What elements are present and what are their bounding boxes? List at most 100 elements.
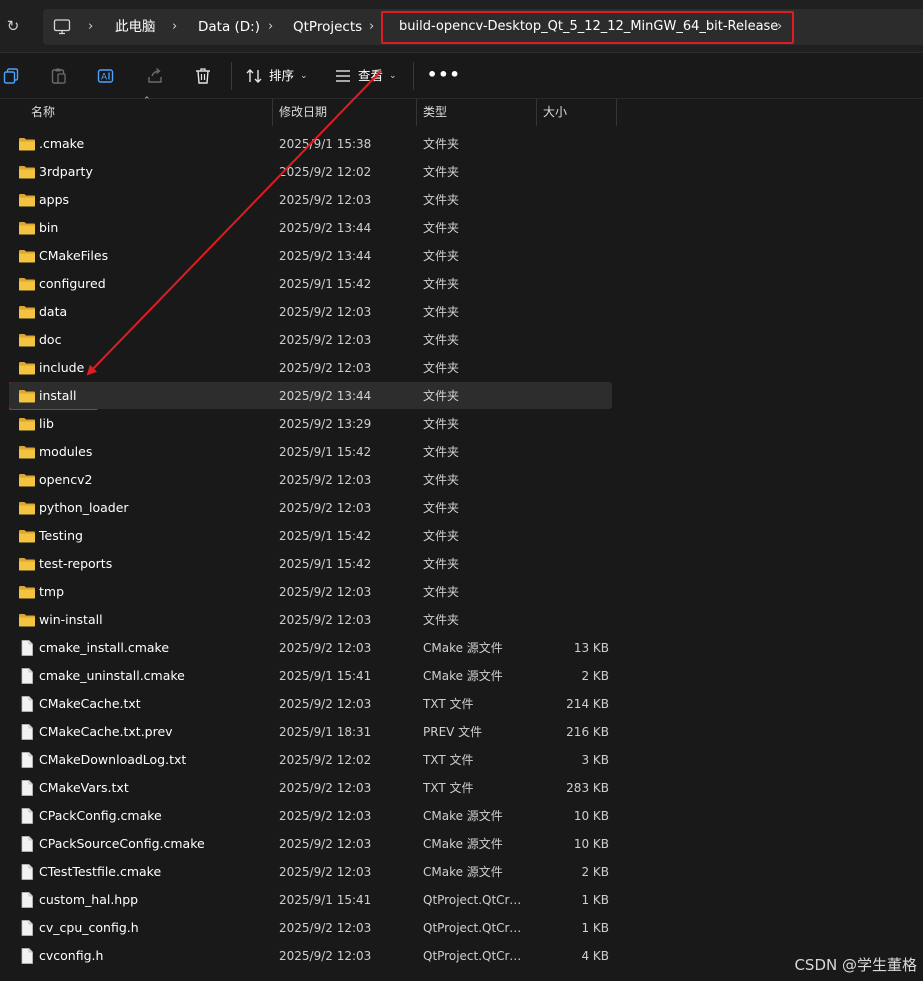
view-button-label[interactable]: 查看 xyxy=(358,67,383,85)
file-name[interactable]: CTestTestfile.cmake xyxy=(39,858,161,886)
file-name[interactable]: cv_cpu_config.h xyxy=(39,914,139,942)
file-name[interactable]: CMakeVars.txt xyxy=(39,774,129,802)
file-row[interactable]: python_loader 2025/9/2 12:03 文件夹 xyxy=(0,494,923,522)
column-divider[interactable] xyxy=(272,99,273,126)
file-row[interactable]: opencv2 2025/9/2 12:03 文件夹 xyxy=(0,466,923,494)
column-header-size[interactable]: 大小 xyxy=(543,99,567,126)
sort-icon[interactable] xyxy=(244,66,264,86)
file-name[interactable]: doc xyxy=(39,326,61,354)
file-name[interactable]: win-install xyxy=(39,606,103,634)
file-name[interactable]: tmp xyxy=(39,578,64,606)
file-row[interactable]: custom_hal.hpp 2025/9/1 15:41 QtProject.Qt… xyxy=(0,886,923,914)
file-name[interactable]: cmake_uninstall.cmake xyxy=(39,662,185,690)
chevron-right-icon[interactable]: › xyxy=(268,9,273,45)
file-date: 2025/9/2 12:02 xyxy=(279,753,372,767)
file-row[interactable]: test-reports 2025/9/1 15:42 文件夹 xyxy=(0,550,923,578)
copy-icon[interactable] xyxy=(2,66,22,86)
file-row[interactable]: modules 2025/9/1 15:42 文件夹 xyxy=(0,438,923,466)
file-name[interactable]: CMakeCache.txt.prev xyxy=(39,718,173,746)
view-icon[interactable] xyxy=(333,66,353,86)
file-row[interactable]: data 2025/9/2 12:03 文件夹 xyxy=(0,298,923,326)
chevron-right-icon[interactable]: › xyxy=(88,9,93,45)
file-name[interactable]: Testing xyxy=(39,522,83,550)
file-type: 文件夹 xyxy=(423,389,460,403)
file-row[interactable]: lib 2025/9/2 13:29 文件夹 xyxy=(0,410,923,438)
file-row[interactable]: tmp 2025/9/2 12:03 文件夹 xyxy=(0,578,923,606)
rename-icon[interactable]: A xyxy=(96,66,116,86)
file-row[interactable]: bin 2025/9/2 13:44 文件夹 xyxy=(0,214,923,242)
chevron-down-icon[interactable]: ⌄ xyxy=(300,67,308,85)
column-divider[interactable] xyxy=(416,99,417,126)
file-row[interactable]: cv_cpu_config.h 2025/9/2 12:03 QtProject.Q… xyxy=(0,914,923,942)
breadcrumb-this-pc[interactable]: 此电脑 xyxy=(115,9,156,45)
file-name[interactable]: include xyxy=(39,354,84,382)
file-row[interactable]: cmake_uninstall.cmake 2025/9/1 15:41 CMake… xyxy=(0,662,923,690)
file-date: 2025/9/1 15:42 xyxy=(279,557,372,571)
chevron-right-icon[interactable]: › xyxy=(172,9,177,45)
file-name[interactable]: CPackConfig.cmake xyxy=(39,802,162,830)
file-row[interactable]: win-install 2025/9/2 12:03 文件夹 xyxy=(0,606,923,634)
this-pc-icon[interactable] xyxy=(53,18,71,36)
file-row[interactable]: CPackConfig.cmake 2025/9/2 12:03 CMake 源文件… xyxy=(0,802,923,830)
file-name[interactable]: CMakeCache.txt xyxy=(39,690,141,718)
file-row[interactable]: CMakeCache.txt.prev 2025/9/1 18:31 PREV 文件… xyxy=(0,718,923,746)
file-name[interactable]: 3rdparty xyxy=(39,158,93,186)
file-row[interactable]: apps 2025/9/2 12:03 文件夹 xyxy=(0,186,923,214)
file-row[interactable]: CMakeCache.txt 2025/9/2 12:03 TXT 文件 214 KB xyxy=(0,690,923,718)
file-row[interactable]: CPackSourceConfig.cmake 2025/9/2 12:03 CMa… xyxy=(0,830,923,858)
column-header-name[interactable]: 名称 xyxy=(31,99,55,126)
file-name[interactable]: install xyxy=(39,382,76,410)
file-name[interactable]: custom_hal.hpp xyxy=(39,886,138,914)
more-options-icon[interactable]: ••• xyxy=(427,65,461,84)
file-name[interactable]: apps xyxy=(39,186,69,214)
breadcrumb-qtprojects[interactable]: QtProjects xyxy=(293,9,362,45)
file-type: 文件夹 xyxy=(423,613,460,627)
file-name[interactable]: CMakeFiles xyxy=(39,242,108,270)
file-name[interactable]: test-reports xyxy=(39,550,112,578)
delete-icon[interactable] xyxy=(193,66,213,86)
file-name[interactable]: modules xyxy=(39,438,92,466)
file-row[interactable]: cvconfig.h 2025/9/2 12:03 QtProject.QtCre.… xyxy=(0,942,923,970)
file-name[interactable]: python_loader xyxy=(39,494,129,522)
file-name[interactable]: .cmake xyxy=(39,130,84,158)
file-name[interactable]: cvconfig.h xyxy=(39,942,103,970)
file-row[interactable]: CMakeDownloadLog.txt 2025/9/2 12:02 TXT 文件… xyxy=(0,746,923,774)
file-date: 2025/9/2 13:44 xyxy=(279,249,372,263)
file-row[interactable]: CMakeFiles 2025/9/2 13:44 文件夹 xyxy=(0,242,923,270)
chevron-down-icon[interactable]: ⌄ xyxy=(389,67,397,85)
file-name[interactable]: cmake_install.cmake xyxy=(39,634,169,662)
paste-icon[interactable] xyxy=(49,66,69,86)
file-date: 2025/9/2 12:03 xyxy=(279,333,372,347)
file-row[interactable]: Testing 2025/9/1 15:42 文件夹 xyxy=(0,522,923,550)
column-header-row: ⌃ 名称 修改日期 类型 大小 xyxy=(0,96,923,126)
chevron-right-icon[interactable]: › xyxy=(369,9,374,45)
file-row[interactable]: install 2025/9/2 13:44 文件夹 xyxy=(0,382,923,410)
file-name[interactable]: lib xyxy=(39,410,54,438)
file-row[interactable]: 3rdparty 2025/9/2 12:02 文件夹 xyxy=(0,158,923,186)
breadcrumb-drive[interactable]: Data (D:) xyxy=(198,9,260,45)
file-name[interactable]: CPackSourceConfig.cmake xyxy=(39,830,205,858)
sort-button-label[interactable]: 排序 xyxy=(269,67,294,85)
file-row[interactable]: CTestTestfile.cmake 2025/9/2 12:03 CMake 源… xyxy=(0,858,923,886)
column-header-type[interactable]: 类型 xyxy=(423,99,447,126)
file-name[interactable]: configured xyxy=(39,270,106,298)
file-name[interactable]: data xyxy=(39,298,67,326)
column-header-date[interactable]: 修改日期 xyxy=(279,99,327,126)
refresh-icon[interactable]: ↻ xyxy=(4,16,22,36)
share-icon[interactable] xyxy=(145,66,165,86)
file-row[interactable]: configured 2025/9/1 15:42 文件夹 xyxy=(0,270,923,298)
file-row[interactable]: cmake_install.cmake 2025/9/2 12:03 CMake 源… xyxy=(0,634,923,662)
file-icon xyxy=(21,948,33,964)
column-divider[interactable] xyxy=(536,99,537,126)
folder-icon xyxy=(19,586,35,599)
file-name[interactable]: CMakeDownloadLog.txt xyxy=(39,746,186,774)
folder-icon xyxy=(19,278,35,291)
file-row[interactable]: doc 2025/9/2 12:03 文件夹 xyxy=(0,326,923,354)
file-row[interactable]: include 2025/9/2 12:03 文件夹 xyxy=(0,354,923,382)
column-divider[interactable] xyxy=(616,99,617,126)
file-icon xyxy=(21,668,33,684)
file-row[interactable]: .cmake 2025/9/1 15:38 文件夹 xyxy=(0,130,923,158)
file-row[interactable]: CMakeVars.txt 2025/9/2 12:03 TXT 文件 283 KB xyxy=(0,774,923,802)
file-name[interactable]: bin xyxy=(39,214,58,242)
file-name[interactable]: opencv2 xyxy=(39,466,92,494)
